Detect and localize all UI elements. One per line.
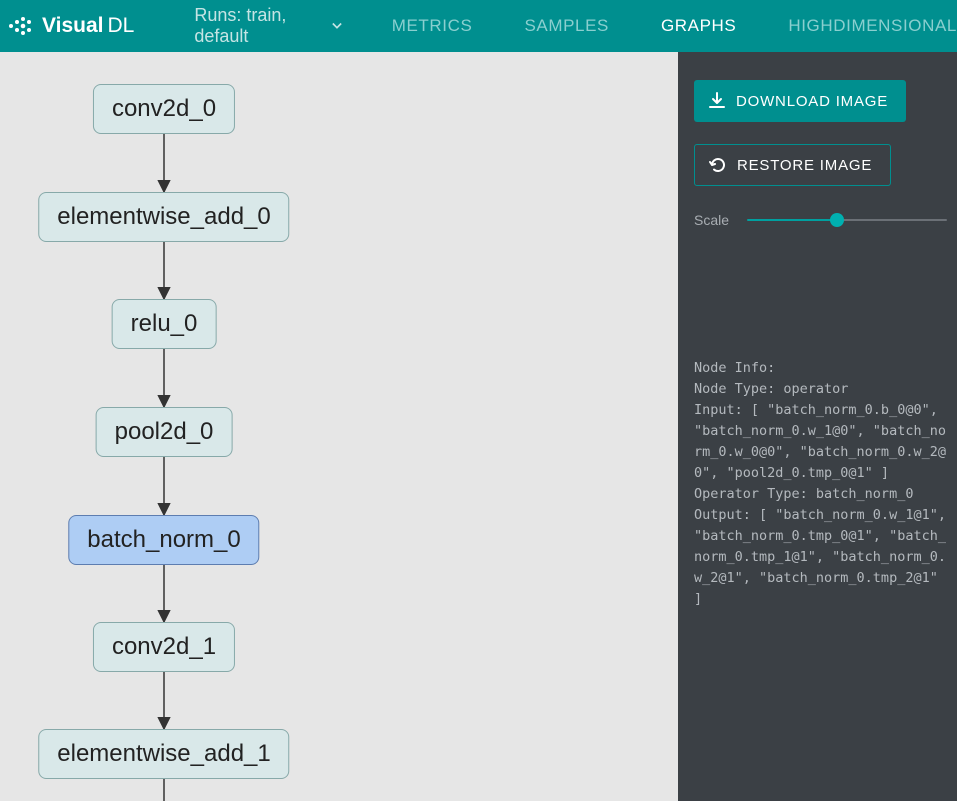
graph-node-pool2d-0[interactable]: pool2d_0 [96,407,233,457]
brand-text-dl: DL [107,14,134,38]
restore-icon [709,156,727,174]
graph-canvas[interactable]: conv2d_0 elementwise_add_0 relu_0 pool2d… [0,52,678,801]
graph-node-conv2d-1[interactable]: conv2d_1 [93,622,235,672]
tab-metrics[interactable]: METRICS [392,16,473,36]
top-header: Visual DL Runs: train, default METRICS S… [0,0,957,52]
brand-logo: Visual DL [8,14,134,38]
restore-image-button[interactable]: RESTORE IMAGE [694,144,891,186]
slider-track-rest [837,219,947,221]
runs-dropdown[interactable]: Runs: train, default [194,5,341,47]
node-info-panel: Node Info: Node Type: operator Input: [ … [694,358,947,610]
scale-slider[interactable] [747,213,947,227]
brand-icon [8,15,34,37]
main-body: conv2d_0 elementwise_add_0 relu_0 pool2d… [0,52,957,801]
graph-node-batch-norm-0[interactable]: batch_norm_0 [68,515,259,565]
slider-thumb[interactable] [830,213,844,227]
tab-samples[interactable]: SAMPLES [524,16,609,36]
slider-track-filled [747,219,837,221]
download-icon [708,92,726,110]
scale-row: Scale [694,212,947,228]
tab-highdimensional[interactable]: HIGHDIMENSIONAL [788,16,957,36]
side-panel: DOWNLOAD IMAGE RESTORE IMAGE Scale Node … [678,52,957,801]
tab-graphs[interactable]: GRAPHS [661,16,736,36]
runs-label: Runs: train, default [194,5,319,47]
brand-text-visual: Visual [42,14,103,38]
restore-image-label: RESTORE IMAGE [737,157,872,174]
graph-node-elementwise-add-1[interactable]: elementwise_add_1 [38,729,289,779]
scale-label: Scale [694,212,729,228]
graph-node-conv2d-0[interactable]: conv2d_0 [93,84,235,134]
chevron-down-icon [332,22,342,30]
download-image-button[interactable]: DOWNLOAD IMAGE [694,80,906,122]
download-image-label: DOWNLOAD IMAGE [736,93,888,110]
graph-node-elementwise-add-0[interactable]: elementwise_add_0 [38,192,289,242]
graph-node-relu-0[interactable]: relu_0 [112,299,217,349]
